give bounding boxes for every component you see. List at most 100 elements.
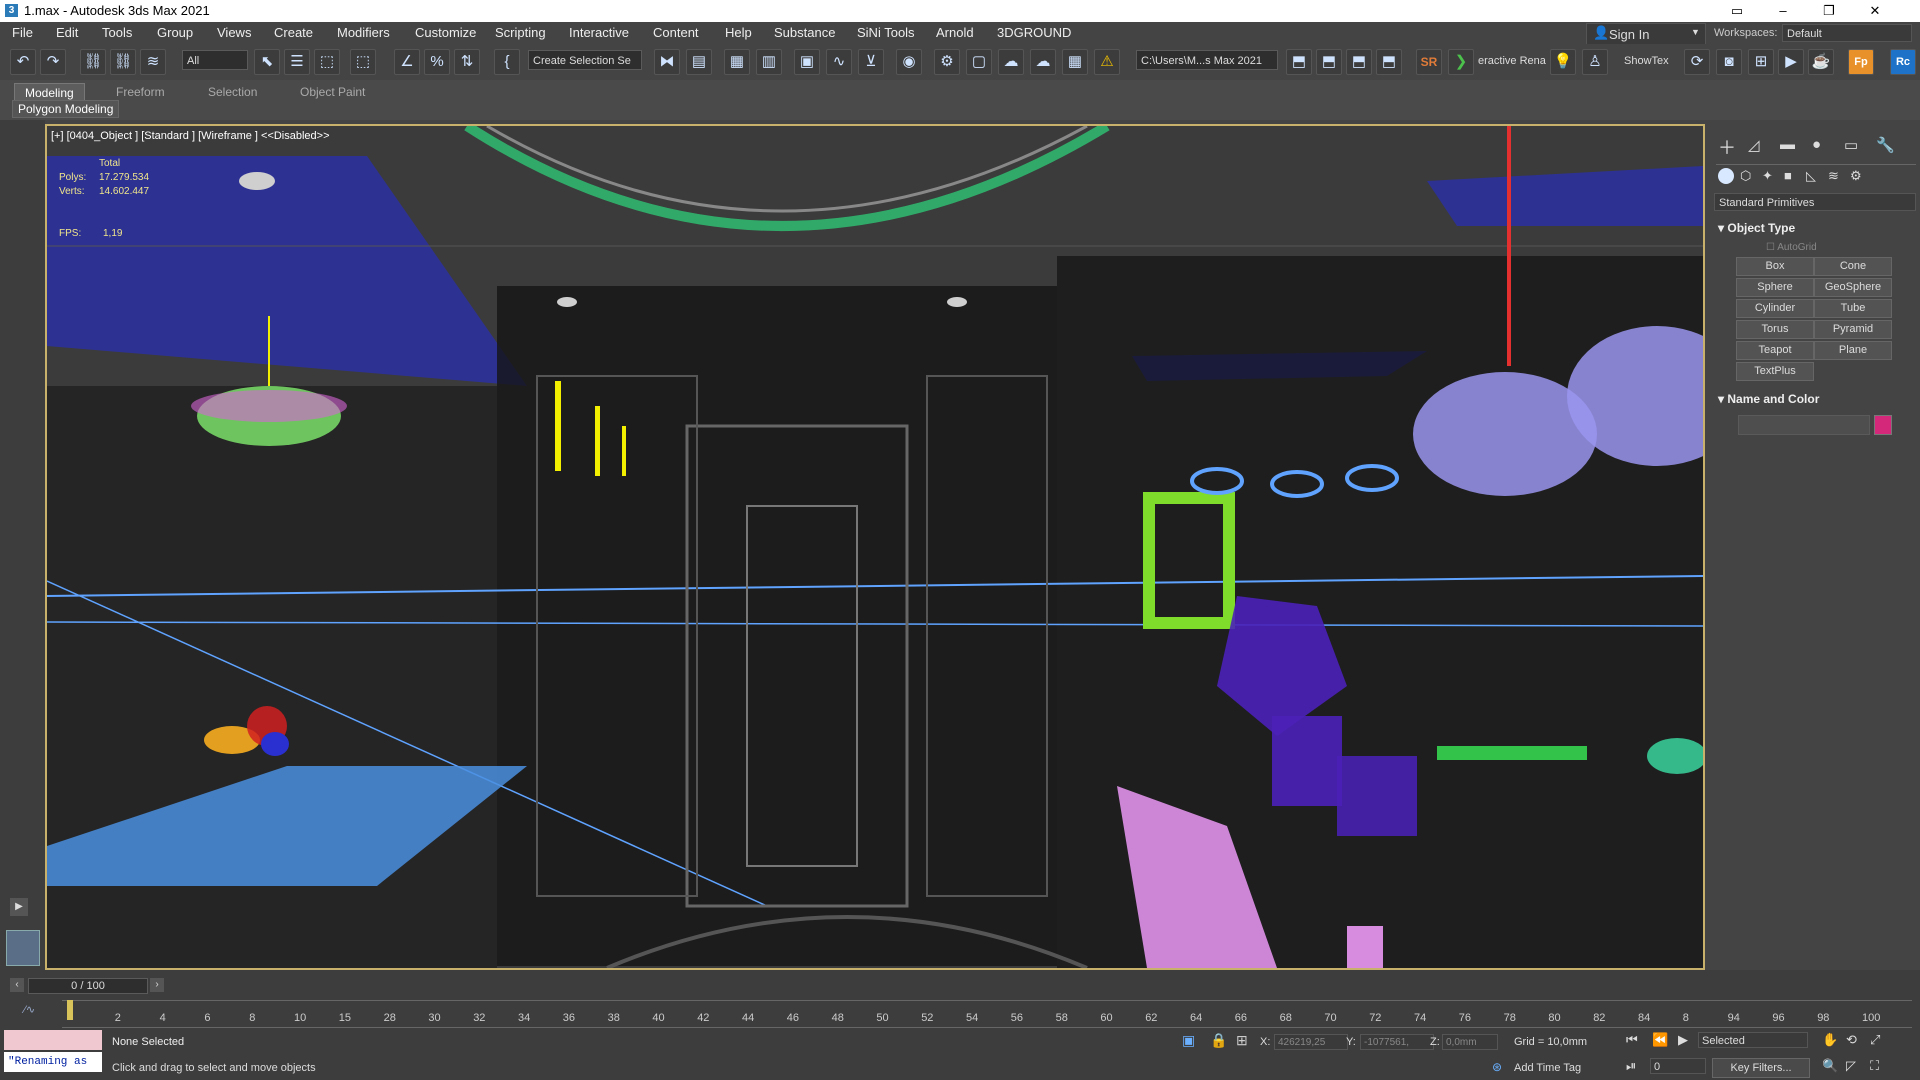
primitives-category-dropdown[interactable]: Standard Primitives <box>1714 193 1916 211</box>
cone-button[interactable]: Cone <box>1814 257 1892 276</box>
menu-tools[interactable]: Tools <box>102 25 132 40</box>
help-icon[interactable]: ▭ <box>1714 0 1760 22</box>
maxscript-listener[interactable]: "Renaming as <box>4 1052 102 1072</box>
redo-icon[interactable]: ↷ <box>40 49 66 75</box>
layer-explorer-icon[interactable]: ▥ <box>756 49 782 75</box>
interactive-render-label[interactable]: eractive Rena <box>1478 55 1546 67</box>
display-tab-icon[interactable]: ▭ <box>1844 136 1858 154</box>
menu-scripting[interactable]: Scripting <box>495 25 546 40</box>
render-iterative-icon[interactable]: ☁ <box>1030 49 1056 75</box>
window-crossing-icon[interactable]: ⬚ <box>350 49 376 75</box>
percent-snap-icon[interactable]: % <box>424 49 450 75</box>
create-selection-set-dropdown[interactable]: Create Selection Se <box>528 50 642 70</box>
render-production-icon[interactable]: ☁ <box>998 49 1024 75</box>
create-tab-icon[interactable]: ＋ <box>1718 134 1736 160</box>
name-and-color-rollout[interactable]: ▾ Name and Color <box>1718 392 1819 406</box>
unlink-icon[interactable]: ⛓ <box>110 49 136 75</box>
zoom-icon[interactable]: 🔍 <box>1822 1058 1838 1074</box>
object-name-field[interactable] <box>1738 415 1870 435</box>
showtex-label[interactable]: ShowTex <box>1624 55 1669 67</box>
menu-file[interactable]: File <box>12 25 33 40</box>
z-coordinate-field[interactable]: 0,0mm <box>1442 1034 1498 1050</box>
prev-frame-icon[interactable]: ‹ <box>10 978 24 992</box>
scene-folder-icon[interactable]: ⬒ <box>1346 49 1372 75</box>
menu-help[interactable]: Help <box>725 25 752 40</box>
menu-modifiers[interactable]: Modifiers <box>337 25 390 40</box>
selection-filter-dropdown[interactable]: All <box>182 50 248 70</box>
textplus-button[interactable]: TextPlus <box>1736 362 1814 381</box>
cameras-icon[interactable]: ■ <box>1784 168 1792 183</box>
restore-button[interactable]: ❐ <box>1806 0 1852 22</box>
current-frame-field[interactable]: 0 <box>1650 1058 1706 1074</box>
orbit-icon[interactable]: ⟲ <box>1846 1032 1857 1048</box>
align-icon[interactable]: ▤ <box>686 49 712 75</box>
minimize-button[interactable]: – <box>1760 0 1806 22</box>
bind-space-warp-icon[interactable]: ≋ <box>140 49 166 75</box>
sign-in-dropdown[interactable]: 👤 Sign In ▼ <box>1586 23 1706 45</box>
selection-lock-icon[interactable]: 🔒 <box>1210 1032 1227 1049</box>
shapes-icon[interactable]: ⬡ <box>1740 168 1751 184</box>
helpers-icon[interactable]: ◺ <box>1806 168 1816 184</box>
menu-arnold[interactable]: Arnold <box>936 25 974 40</box>
tab-object-paint[interactable]: Object Paint <box>290 83 375 101</box>
project-path-dropdown[interactable]: C:\Users\M...s Max 2021 <box>1136 50 1278 70</box>
utilities-tab-icon[interactable]: 🔧 <box>1876 136 1895 154</box>
rc-icon[interactable]: Rc <box>1890 49 1916 75</box>
green-plugin-icon[interactable]: ❯ <box>1448 49 1474 75</box>
render-grid-icon[interactable]: ▦ <box>1062 49 1088 75</box>
systems-icon[interactable]: ⚙ <box>1850 168 1862 184</box>
workspace-dropdown[interactable]: Default <box>1782 24 1912 42</box>
snap-toggle-icon[interactable]: ∠ <box>394 49 420 75</box>
person-icon[interactable]: ♙ <box>1582 49 1608 75</box>
torus-button[interactable]: Torus <box>1736 320 1814 339</box>
menu-group[interactable]: Group <box>157 25 193 40</box>
menu-edit[interactable]: Edit <box>56 25 78 40</box>
scene-explorer-icon[interactable]: ▦ <box>724 49 750 75</box>
viewport-layout-icon[interactable] <box>6 930 40 966</box>
sr-icon[interactable]: SR <box>1416 49 1442 75</box>
walk-through-icon[interactable]: ⛶ <box>1870 1058 1879 1074</box>
light-bulb-icon[interactable]: 💡 <box>1550 49 1576 75</box>
cylinder-button[interactable]: Cylinder <box>1736 299 1814 318</box>
curve-editor-icon[interactable]: ∿ <box>826 49 852 75</box>
schematic-view-icon[interactable]: ⊻ <box>858 49 884 75</box>
menu-views[interactable]: Views <box>217 25 251 40</box>
prev-key-icon[interactable]: ⏪ <box>1652 1032 1668 1048</box>
motion-tab-icon[interactable]: ● <box>1812 136 1821 153</box>
time-tag-icon[interactable]: ⊛ <box>1492 1060 1502 1074</box>
menu-sini-tools[interactable]: SiNi Tools <box>857 25 915 40</box>
select-object-icon[interactable]: ⬉ <box>254 49 280 75</box>
viewport-label[interactable]: [+] [0404_Object ] [Standard ] [Wirefram… <box>51 130 330 142</box>
spinner-snap-icon[interactable]: ⇅ <box>454 49 480 75</box>
pyramid-button[interactable]: Pyramid <box>1814 320 1892 339</box>
tube-button[interactable]: Tube <box>1814 299 1892 318</box>
maxscript-listener-top[interactable] <box>4 1030 102 1050</box>
modify-tab-icon[interactable]: ◿ <box>1748 136 1760 154</box>
edit-named-selection-icon[interactable]: { <box>494 49 520 75</box>
fp-icon[interactable]: Fp <box>1848 49 1874 75</box>
render-setup-icon[interactable]: ⚙ <box>934 49 960 75</box>
isolate-selection-icon[interactable]: ▣ <box>1182 1032 1195 1049</box>
play-sidebar-icon[interactable]: ▶ <box>10 898 28 916</box>
field-of-view-icon[interactable]: ◸ <box>1846 1058 1856 1074</box>
mirror-icon[interactable]: ⧓ <box>654 49 680 75</box>
menu-customize[interactable]: Customize <box>415 25 476 40</box>
plugin-icon-3[interactable]: ▶ <box>1778 49 1804 75</box>
absolute-mode-icon[interactable]: ⊞ <box>1236 1032 1248 1049</box>
hierarchy-tab-icon[interactable]: ▬ <box>1780 136 1795 153</box>
geosphere-button[interactable]: GeoSphere <box>1814 278 1892 297</box>
menu-create[interactable]: Create <box>274 25 313 40</box>
plugin-icon-1[interactable]: ◙ <box>1716 49 1742 75</box>
space-warps-icon[interactable]: ≋ <box>1828 168 1839 184</box>
box-button[interactable]: Box <box>1736 257 1814 276</box>
object-color-swatch[interactable] <box>1874 415 1892 435</box>
rendered-frame-icon[interactable]: ▢ <box>966 49 992 75</box>
menu-substance[interactable]: Substance <box>774 25 835 40</box>
rect-selection-icon[interactable]: ⬚ <box>314 49 340 75</box>
curve-editor-mini-icon[interactable]: ⁄∿ <box>24 1003 35 1016</box>
object-type-rollout[interactable]: ▾ Object Type <box>1718 221 1795 235</box>
material-editor-icon[interactable]: ◉ <box>896 49 922 75</box>
tab-freeform[interactable]: Freeform <box>106 83 175 101</box>
link-icon[interactable]: ⛓ <box>80 49 106 75</box>
x-coordinate-field[interactable]: 426219,25 <box>1274 1034 1348 1050</box>
